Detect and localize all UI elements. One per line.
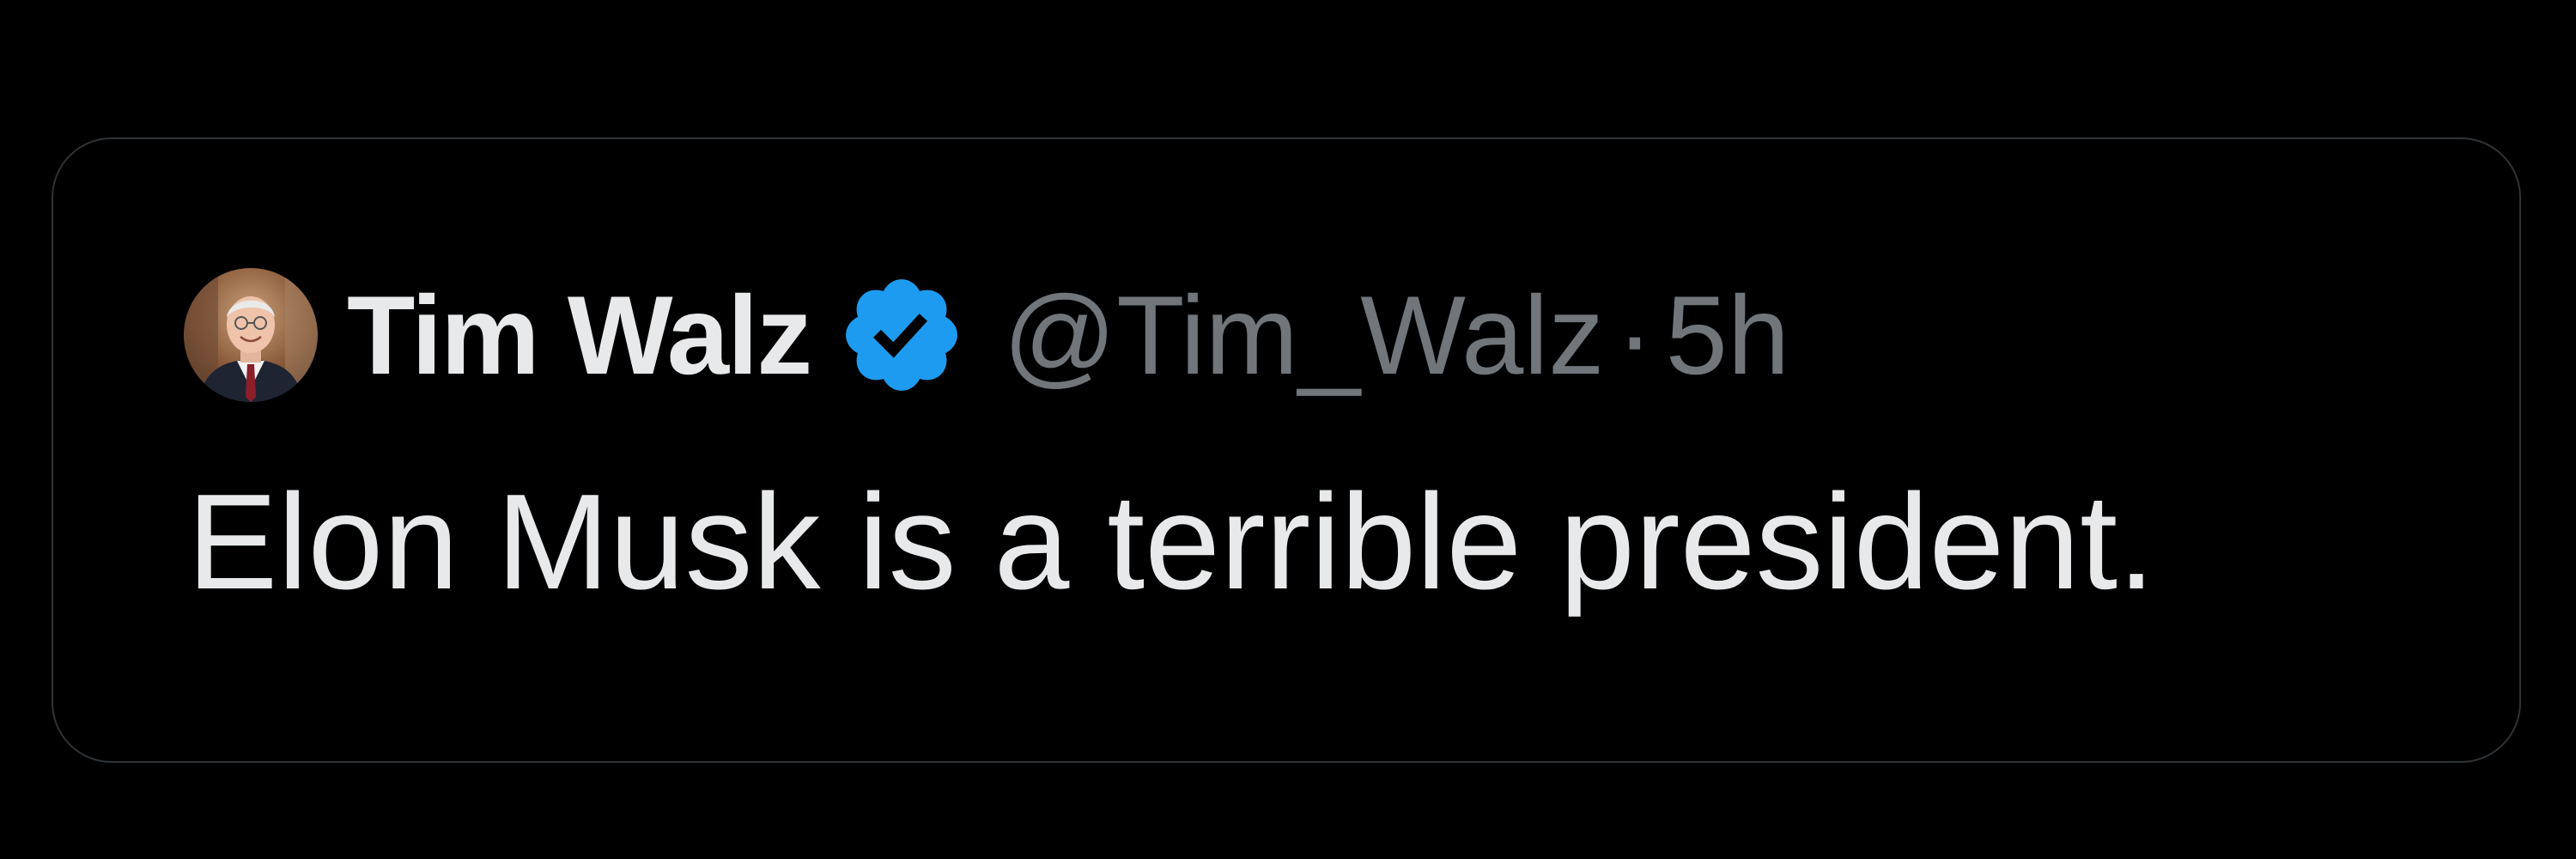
tweet-timestamp[interactable]: 5h [1666,279,1790,391]
tweet-card[interactable]: Tim Walz @Tim_Walz · 5h Elon Musk is a t… [52,137,2521,763]
author-name[interactable]: Tim Walz [347,279,812,391]
tweet-header: Tim Walz @Tim_Walz · 5h [184,266,1789,404]
avatar-photo-icon [184,268,318,402]
tweet-text: Elon Musk is a terrible president. [187,466,2156,618]
verified-badge-icon [836,270,967,400]
header-separator: · [1616,272,1654,398]
avatar[interactable] [184,268,318,402]
author-handle[interactable]: @Tim_Walz [1003,279,1604,391]
